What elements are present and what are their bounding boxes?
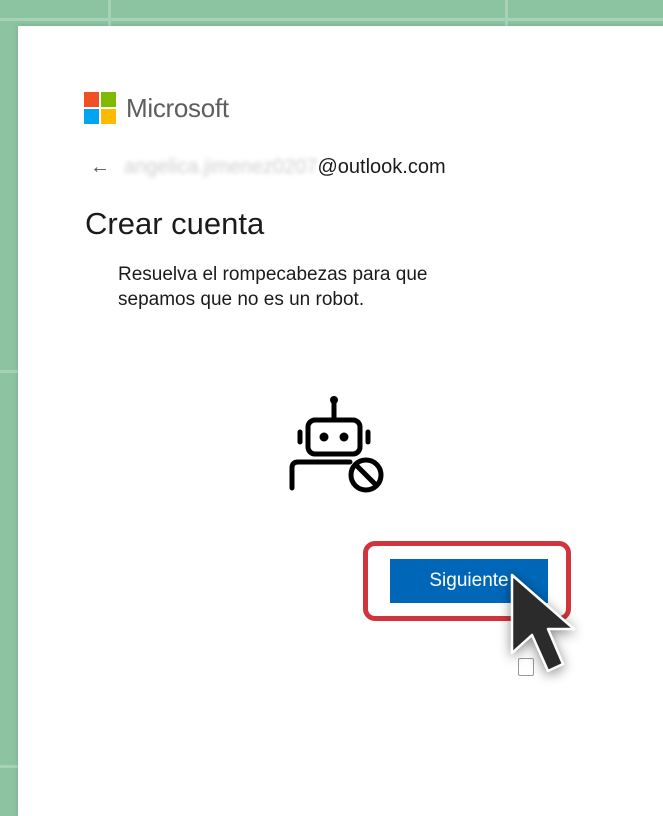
email-domain: @outlook.com (317, 156, 446, 178)
page-title: Crear cuenta (85, 206, 265, 241)
background-grid-line (505, 0, 508, 26)
mouse-pointer-icon (508, 571, 588, 681)
background-grid-line (0, 370, 18, 373)
background-grid-line (0, 765, 18, 768)
microsoft-logo-icon (84, 92, 116, 124)
signup-card: Microsoft ← angelica.jimenez0207 @outloo… (18, 26, 663, 816)
account-identity-row: ← angelica.jimenez0207 @outlook.com (90, 156, 446, 179)
brand-name: Microsoft (126, 92, 229, 123)
background-grid-line (108, 0, 111, 26)
background-grid-line (0, 18, 663, 21)
page-description: Resuelva el rompecabezas para que sepamo… (118, 264, 428, 310)
email-username-redacted: angelica.jimenez0207 (124, 156, 318, 178)
robot-blocked-icon (286, 392, 406, 507)
microsoft-logo: Microsoft (84, 92, 229, 124)
back-arrow-icon[interactable]: ← (90, 156, 110, 179)
